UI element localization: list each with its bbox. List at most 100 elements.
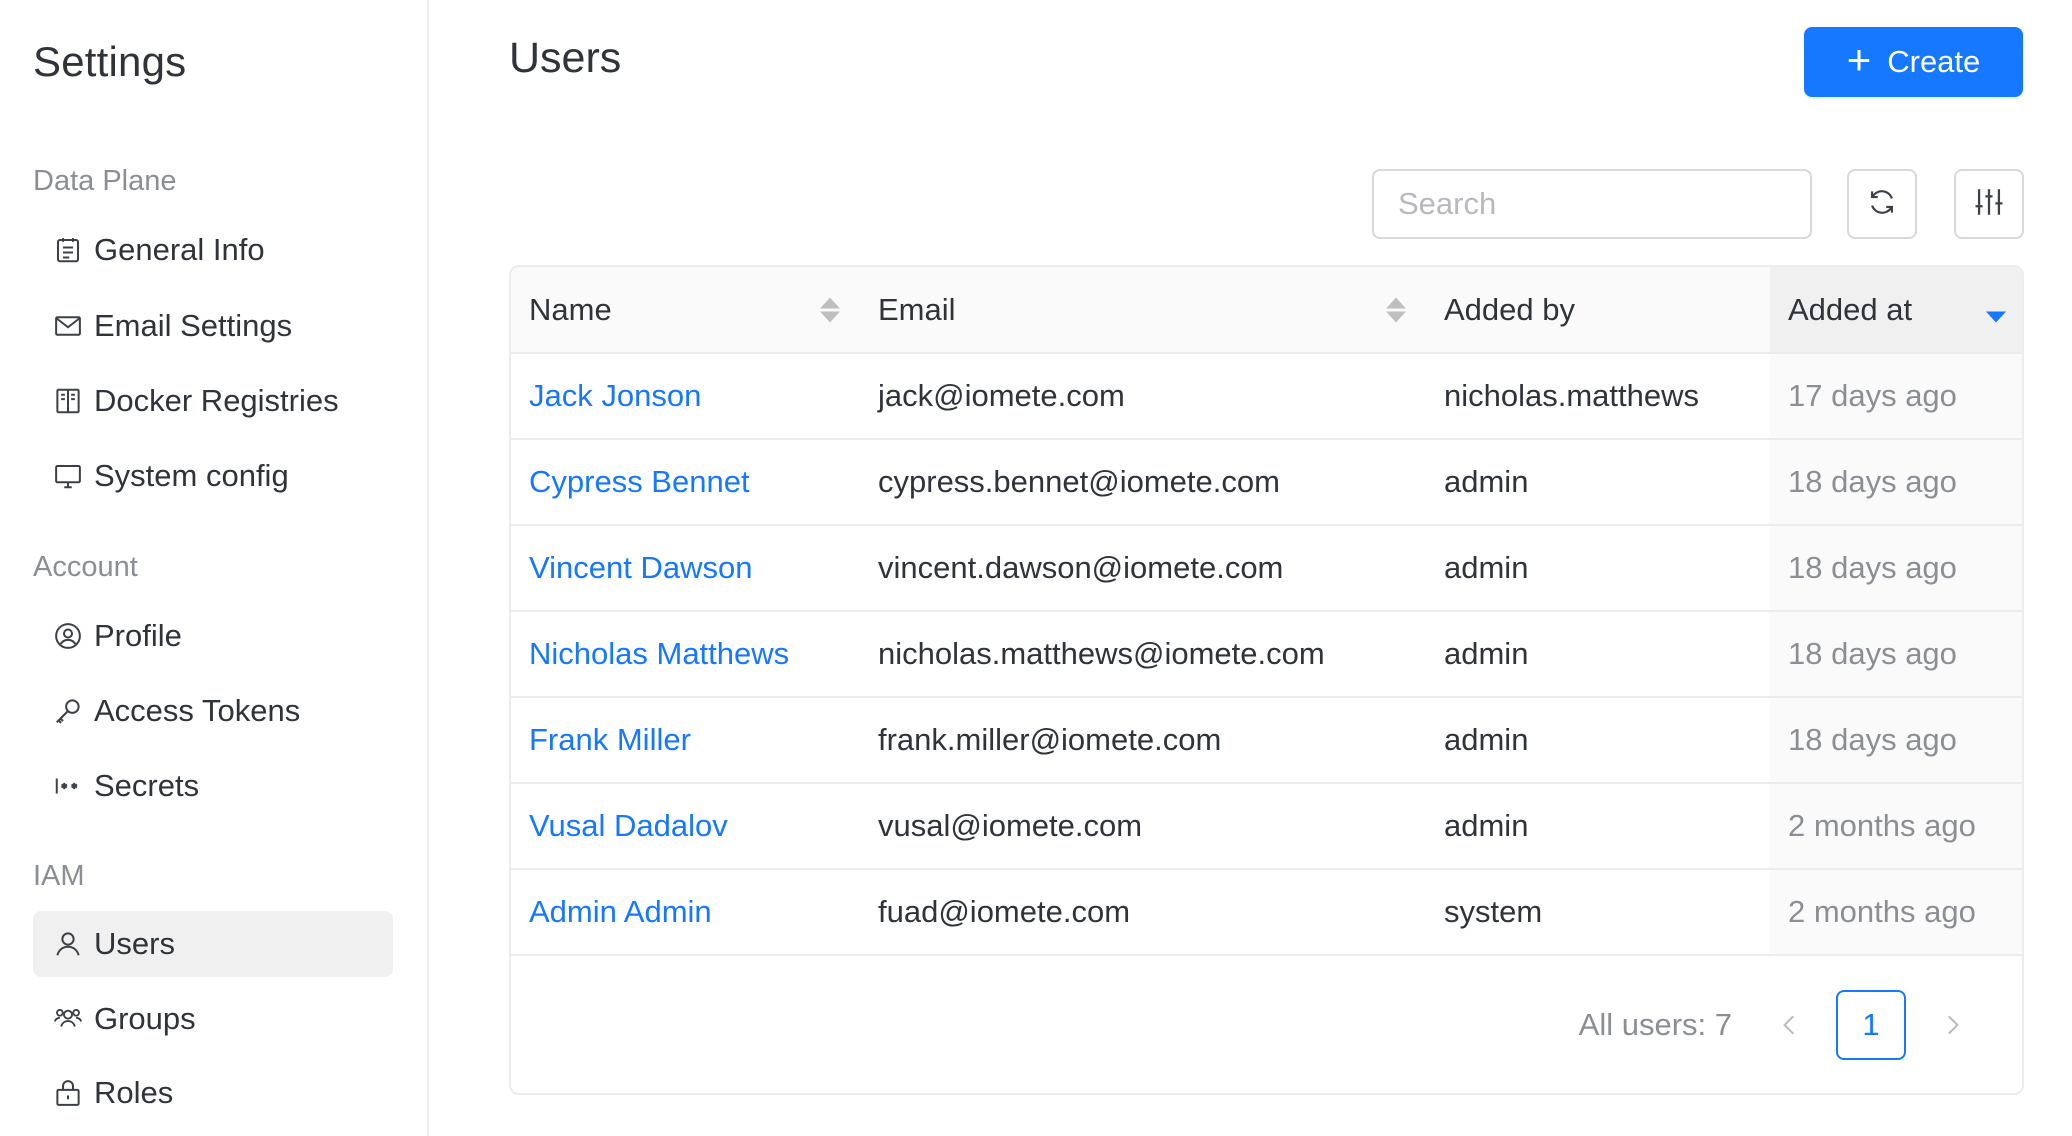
table-row: Frank Miller frank.miller@iomete.com adm… <box>511 697 2022 784</box>
section-label-account: Account <box>33 551 138 583</box>
column-header-label: Name <box>529 291 612 327</box>
sidebar-item-general-info[interactable]: General Info <box>33 217 393 283</box>
create-button-label: Create <box>1887 44 1981 79</box>
sidebar-item-docker-registries[interactable]: Docker Registries <box>33 368 393 434</box>
sidebar-item-email-settings[interactable]: Email Settings <box>33 293 393 359</box>
sidebar-item-roles[interactable]: Roles <box>33 1060 393 1126</box>
sidebar-item-label: Groups <box>94 1001 196 1036</box>
user-email: frank.miller@iomete.com <box>860 697 1426 784</box>
user-added-at: 18 days ago <box>1770 611 2022 698</box>
table-row: Admin Admin fuad@iomete.com system 2 mon… <box>511 869 2022 956</box>
user-added-at: 18 days ago <box>1770 525 2022 612</box>
user-added-by: admin <box>1426 697 1770 784</box>
sidebar-item-label: Roles <box>94 1075 174 1110</box>
chevron-right-icon <box>1948 1015 1959 1035</box>
sliders-icon <box>1972 185 2006 224</box>
user-added-at: 18 days ago <box>1770 439 2022 526</box>
table-header-row: Name Email Added by Added at <box>511 267 2022 354</box>
user-name-link[interactable]: Cypress Bennet <box>511 439 860 526</box>
user-icon <box>51 927 85 961</box>
column-header-email[interactable]: Email <box>860 267 1426 354</box>
column-header-added-by: Added by <box>1426 267 1770 354</box>
sidebar-item-label: System config <box>94 458 289 493</box>
user-added-by: admin <box>1426 783 1770 870</box>
refresh-icon <box>1865 185 1899 224</box>
user-added-at: 18 days ago <box>1770 697 2022 784</box>
section-label-data-plane: Data Plane <box>33 165 177 197</box>
table-row: Cypress Bennet cypress.bennet@iomete.com… <box>511 439 2022 526</box>
page-1-button[interactable]: 1 <box>1836 990 1906 1060</box>
user-name-link[interactable]: Frank Miller <box>511 697 860 784</box>
sidebar-item-label: Docker Registries <box>94 383 339 418</box>
sort-icon[interactable] <box>1386 297 1406 322</box>
sidebar-item-label: Secrets <box>94 768 200 803</box>
desktop-icon <box>51 459 85 493</box>
user-email: fuad@iomete.com <box>860 869 1426 956</box>
user-email: jack@iomete.com <box>860 353 1426 440</box>
create-user-button[interactable]: + Create <box>1804 27 2023 97</box>
sidebar-item-users[interactable]: Users <box>33 911 393 977</box>
user-added-at: 17 days ago <box>1770 353 2022 440</box>
user-circle-icon <box>51 619 85 653</box>
user-email: vincent.dawson@iomete.com <box>860 525 1426 612</box>
user-added-by: admin <box>1426 611 1770 698</box>
sidebar-item-label: Access Tokens <box>94 693 301 728</box>
user-email: vusal@iomete.com <box>860 783 1426 870</box>
column-header-added-at[interactable]: Added at <box>1770 267 2022 354</box>
secret-icon <box>51 769 85 803</box>
sidebar-item-label: Email Settings <box>94 308 293 343</box>
user-email: nicholas.matthews@iomete.com <box>860 611 1426 698</box>
user-added-at: 2 months ago <box>1770 869 2022 956</box>
sidebar-item-label: Profile <box>94 618 182 653</box>
team-icon <box>51 1002 85 1036</box>
table-row: Nicholas Matthews nicholas.matthews@iome… <box>511 611 2022 698</box>
book-icon <box>51 384 85 418</box>
user-added-by: admin <box>1426 525 1770 612</box>
user-name-link[interactable]: Vusal Dadalov <box>511 783 860 870</box>
chevron-left-icon <box>1783 1015 1794 1035</box>
next-page-button[interactable] <box>1922 990 1982 1060</box>
sort-icon[interactable] <box>820 297 840 322</box>
user-added-by: nicholas.matthews <box>1426 353 1770 440</box>
search-input[interactable] <box>1372 169 1812 239</box>
user-added-by: system <box>1426 869 1770 956</box>
lock-icon <box>51 1076 85 1110</box>
app-root: Settings Data Plane General Info Email S… <box>0 0 2072 1136</box>
sidebar-item-label: General Info <box>94 232 265 267</box>
user-name-link[interactable]: Admin Admin <box>511 869 860 956</box>
table-row: Jack Jonson jack@iomete.com nicholas.mat… <box>511 353 2022 440</box>
sidebar-title: Settings <box>33 38 187 85</box>
sidebar-item-system-config[interactable]: System config <box>33 443 393 509</box>
column-header-label: Email <box>878 291 956 327</box>
column-settings-button[interactable] <box>1954 169 2024 239</box>
refresh-button[interactable] <box>1847 169 1917 239</box>
sidebar-item-profile[interactable]: Profile <box>33 603 393 669</box>
plus-icon: + <box>1846 36 1872 83</box>
pagination: All users: 7 1 <box>511 989 2022 1061</box>
table-row: Vusal Dadalov vusal@iomete.com admin 2 m… <box>511 783 2022 870</box>
mail-icon <box>51 309 85 343</box>
section-label-iam: IAM <box>33 860 85 892</box>
sidebar-item-access-tokens[interactable]: Access Tokens <box>33 678 393 744</box>
user-email: cypress.bennet@iomete.com <box>860 439 1426 526</box>
table-row: Vincent Dawson vincent.dawson@iomete.com… <box>511 525 2022 612</box>
prev-page-button[interactable] <box>1760 990 1820 1060</box>
page-title: Users <box>509 34 622 82</box>
user-added-at: 2 months ago <box>1770 783 2022 870</box>
user-name-link[interactable]: Nicholas Matthews <box>511 611 860 698</box>
user-name-link[interactable]: Vincent Dawson <box>511 525 860 612</box>
sidebar-item-secrets[interactable]: Secrets <box>33 753 393 819</box>
settings-sidebar: Settings Data Plane General Info Email S… <box>0 0 429 1136</box>
sidebar-item-groups[interactable]: Groups <box>33 986 393 1052</box>
column-header-name[interactable]: Name <box>511 267 860 354</box>
column-header-label: Added at <box>1788 291 1913 327</box>
sort-descending-icon[interactable] <box>1986 297 2006 322</box>
column-header-label: Added by <box>1444 291 1575 327</box>
users-table: Name Email Added by Added at Jack Jonson… <box>509 265 2024 1095</box>
user-added-by: admin <box>1426 439 1770 526</box>
key-icon <box>51 694 85 728</box>
total-count: All users: 7 <box>1578 1007 1732 1042</box>
user-name-link[interactable]: Jack Jonson <box>511 353 860 440</box>
calendar-icon <box>51 233 85 267</box>
sidebar-item-label: Users <box>94 926 175 961</box>
